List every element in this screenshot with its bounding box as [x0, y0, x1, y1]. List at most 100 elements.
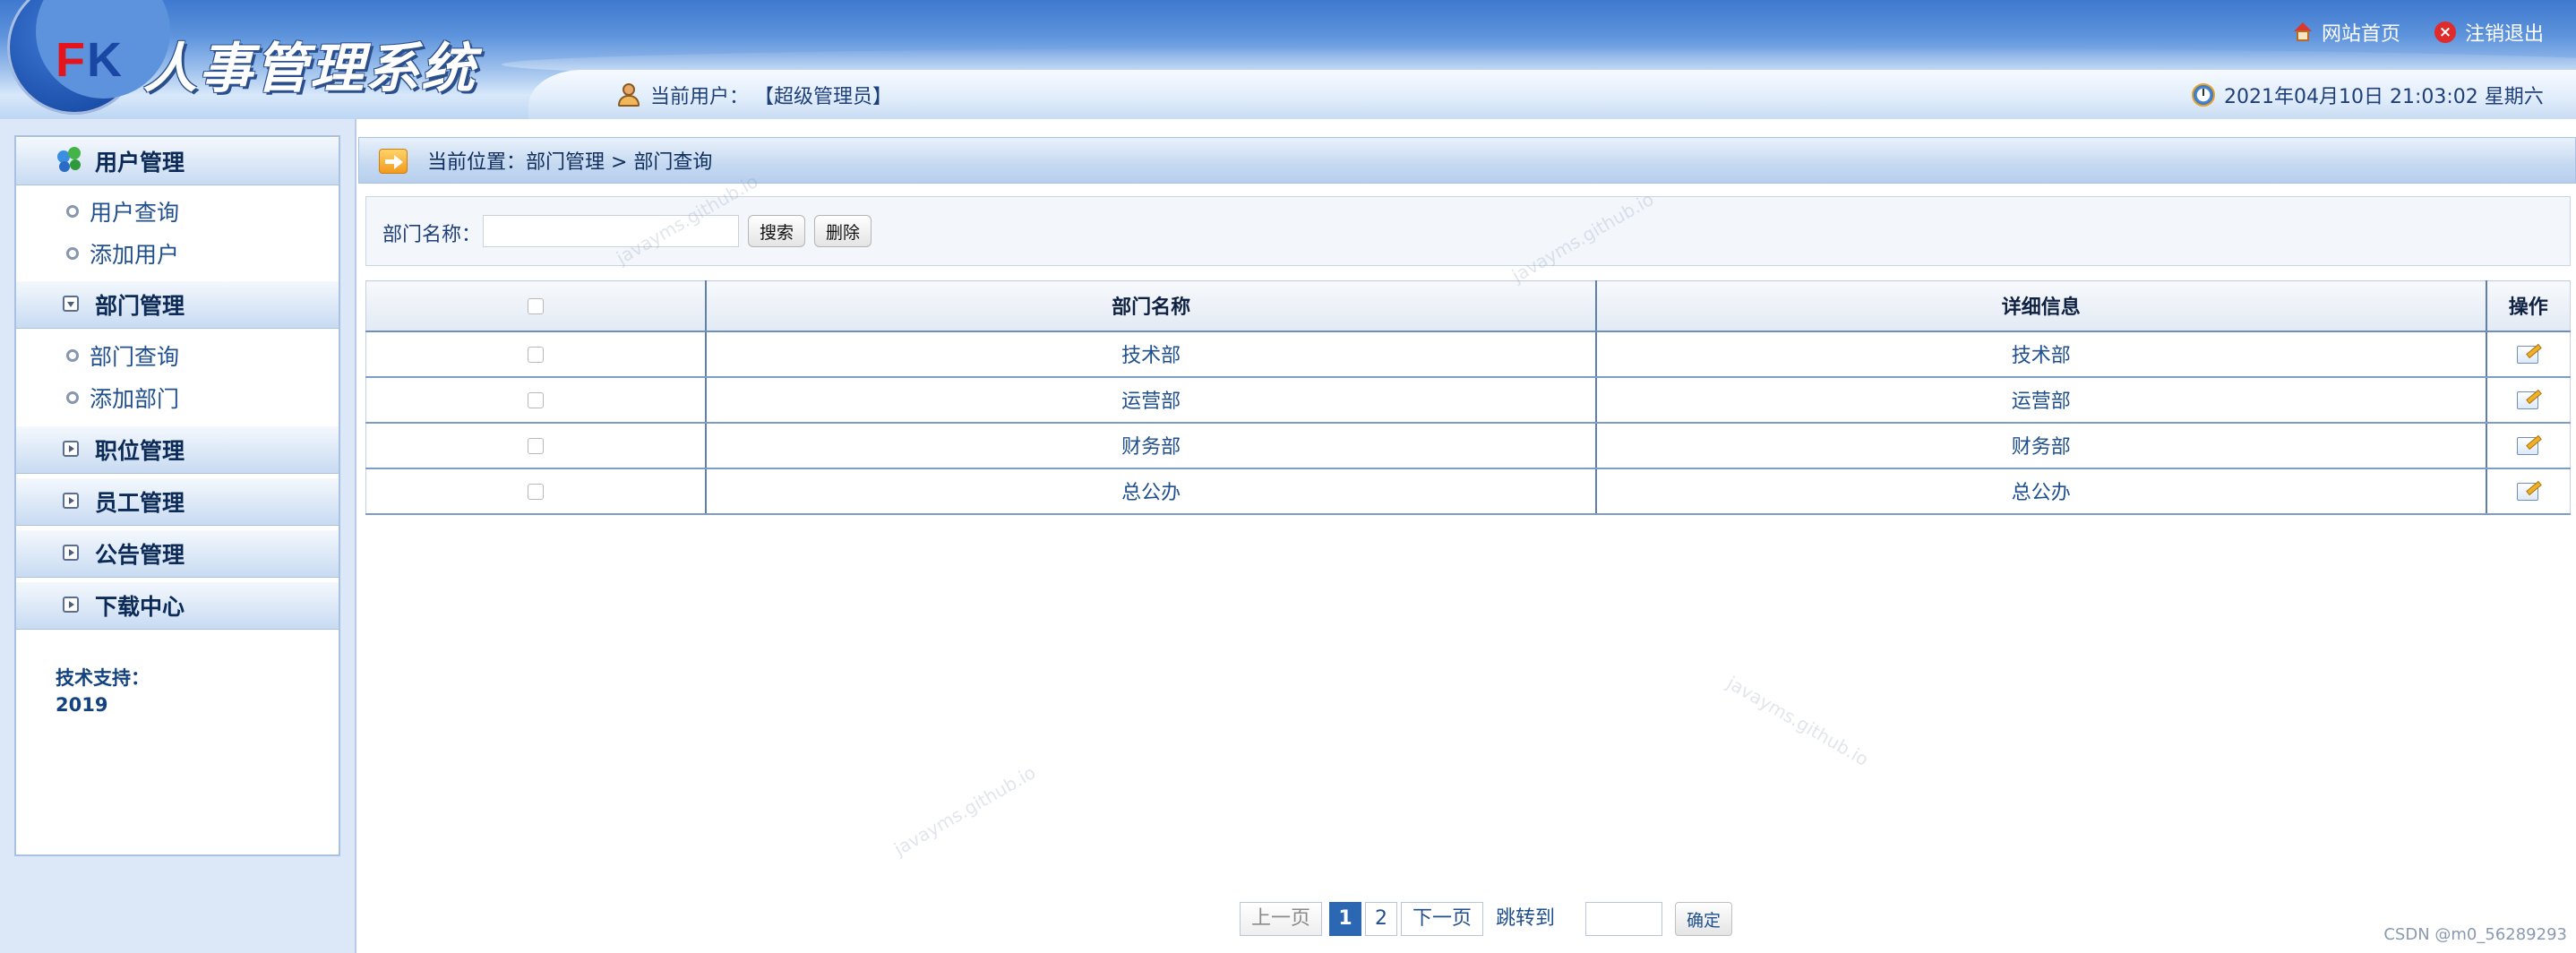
department-detail-cell: 总公办 [1594, 468, 2486, 515]
column-header: 详细信息 [1594, 280, 2486, 332]
menu-position-management[interactable]: 职位管理 [16, 425, 339, 474]
department-name-cell: 总公办 [705, 468, 1597, 515]
edit-icon[interactable] [2515, 388, 2542, 411]
home-link[interactable]: 网站首页 [2293, 18, 2400, 47]
sidebar-item-user-query[interactable]: 用户查询 [16, 191, 339, 232]
table-header-row: 部门名称 详细信息 操作 [365, 280, 2571, 332]
menu-label: 下载中心 [95, 594, 185, 620]
watermark: javayms.github.io [889, 761, 1040, 860]
menu-label: 部门管理 [95, 293, 185, 319]
page-1-button[interactable]: 1 [1329, 902, 1361, 936]
row-select-cell [365, 422, 707, 469]
menu-label: 公告管理 [95, 542, 185, 568]
column-header: 操作 [2485, 280, 2571, 332]
logo-fk: FK [56, 32, 124, 88]
expand-icon [63, 493, 79, 509]
prev-page-button[interactable]: 上一页 [1240, 902, 1322, 936]
expand-icon [63, 597, 79, 613]
action-cell [2485, 376, 2571, 424]
department-name-label: 部门名称： [382, 224, 482, 246]
department-name-input[interactable] [483, 215, 739, 247]
clock-icon [2192, 83, 2215, 107]
bullet-icon [66, 391, 79, 404]
row-checkbox[interactable] [528, 346, 545, 363]
edit-icon[interactable] [2515, 434, 2542, 457]
home-link-label: 网站首页 [2322, 23, 2401, 46]
menu-department-management[interactable]: 部门管理 [16, 280, 339, 329]
logout-icon: × [2434, 21, 2456, 43]
bullet-icon [66, 247, 79, 260]
home-icon [2293, 22, 2313, 42]
menu-label: 职位管理 [95, 438, 185, 464]
expand-icon [63, 441, 79, 457]
menu-employee-management[interactable]: 员工管理 [16, 477, 339, 526]
header-banner: FK 人事管理系统 网站首页 × 注销退出 当前用户： 【超级管理员】 2021年… [0, 0, 2576, 119]
department-name-cell: 运营部 [705, 376, 1597, 424]
main-content: 当前位置：部门管理 > 部门查询 部门名称： 搜索 删除 部门名称 详细信息 操… [356, 119, 2576, 953]
expand-icon [63, 545, 79, 561]
department-detail-cell: 运营部 [1594, 376, 2486, 424]
table-row: 技术部 技术部 [365, 331, 2571, 378]
breadcrumb-text: 当前位置：部门管理 > 部门查询 [427, 151, 713, 174]
department-name-cell: 财务部 [705, 422, 1597, 469]
action-cell [2485, 422, 2571, 469]
table-row: 运营部 运营部 [365, 376, 2571, 424]
sidebar: 用户管理 用户查询 添加用户 部门管理 部门查询 添加部门 职位管理 员工管理 … [0, 119, 356, 953]
logo-letter-k: K [87, 33, 124, 87]
row-select-cell [365, 468, 707, 515]
system-title: 人事管理系统 [143, 38, 477, 100]
sidebar-item-label: 用户查询 [90, 200, 180, 226]
table-row: 总公办 总公办 [365, 468, 2571, 515]
department-table: 部门名称 详细信息 操作 技术部 技术部 运营部 运营部 财务部 财务部 总公办… [365, 280, 2571, 515]
arrow-right-icon [379, 149, 408, 174]
search-panel: 部门名称： 搜索 删除 [365, 196, 2571, 266]
logout-link[interactable]: × 注销退出 [2434, 18, 2544, 47]
department-detail-cell: 财务部 [1594, 422, 2486, 469]
sidebar-item-add-user[interactable]: 添加用户 [16, 233, 339, 274]
select-all-checkbox[interactable] [528, 297, 545, 314]
jump-to-label: 跳转到 [1496, 907, 1556, 930]
action-cell [2485, 468, 2571, 515]
breadcrumb: 当前位置：部门管理 > 部门查询 [358, 137, 2576, 184]
tech-support-value: 2019 [56, 694, 108, 716]
watermark: javayms.github.io [1722, 672, 1873, 770]
logo-letter-f: F [56, 33, 87, 87]
next-page-button[interactable]: 下一页 [1401, 902, 1483, 936]
menu-notice-management[interactable]: 公告管理 [16, 529, 339, 578]
delete-button[interactable]: 删除 [814, 215, 872, 247]
department-detail-cell: 技术部 [1594, 331, 2486, 378]
menu-download-center[interactable]: 下载中心 [16, 581, 339, 630]
sidebar-item-label: 添加用户 [90, 242, 180, 268]
bullet-icon [66, 349, 79, 362]
sidebar-item-label: 添加部门 [90, 386, 180, 412]
jump-page-input[interactable] [1585, 902, 1662, 936]
column-header: 部门名称 [705, 280, 1597, 332]
current-user-label: 当前用户： [650, 86, 750, 108]
current-user-value: 【超级管理员】 [754, 86, 893, 108]
edit-icon[interactable] [2515, 479, 2542, 502]
search-button[interactable]: 搜索 [748, 215, 805, 247]
collapse-icon [63, 296, 79, 312]
tech-support-label: 技术支持： [56, 667, 150, 689]
pagination: 上一页 1 2 下一页 跳转到 确定 [1240, 902, 2064, 936]
sidebar-item-department-query[interactable]: 部门查询 [16, 335, 339, 376]
page-2-button[interactable]: 2 [1365, 902, 1397, 936]
edit-icon[interactable] [2515, 342, 2542, 365]
department-name-cell: 技术部 [705, 331, 1597, 378]
menu-label: 员工管理 [95, 490, 185, 516]
row-checkbox[interactable] [528, 391, 545, 408]
datetime-text: 2021年04月10日 21:03:02 星期六 [2224, 86, 2544, 108]
datetime-display: 2021年04月10日 21:03:02 星期六 [2192, 81, 2544, 109]
users-icon [56, 147, 84, 176]
menu-label: 用户管理 [95, 150, 185, 176]
row-checkbox[interactable] [528, 483, 545, 500]
current-user: 当前用户： 【超级管理员】 [616, 81, 892, 109]
row-checkbox[interactable] [528, 437, 545, 454]
bullet-icon [66, 205, 79, 218]
menu-user-management[interactable]: 用户管理 [16, 137, 339, 185]
select-all-header [365, 280, 707, 332]
row-select-cell [365, 376, 707, 424]
action-cell [2485, 331, 2571, 378]
confirm-button[interactable]: 确定 [1675, 902, 1732, 936]
sidebar-item-add-department[interactable]: 添加部门 [16, 377, 339, 418]
